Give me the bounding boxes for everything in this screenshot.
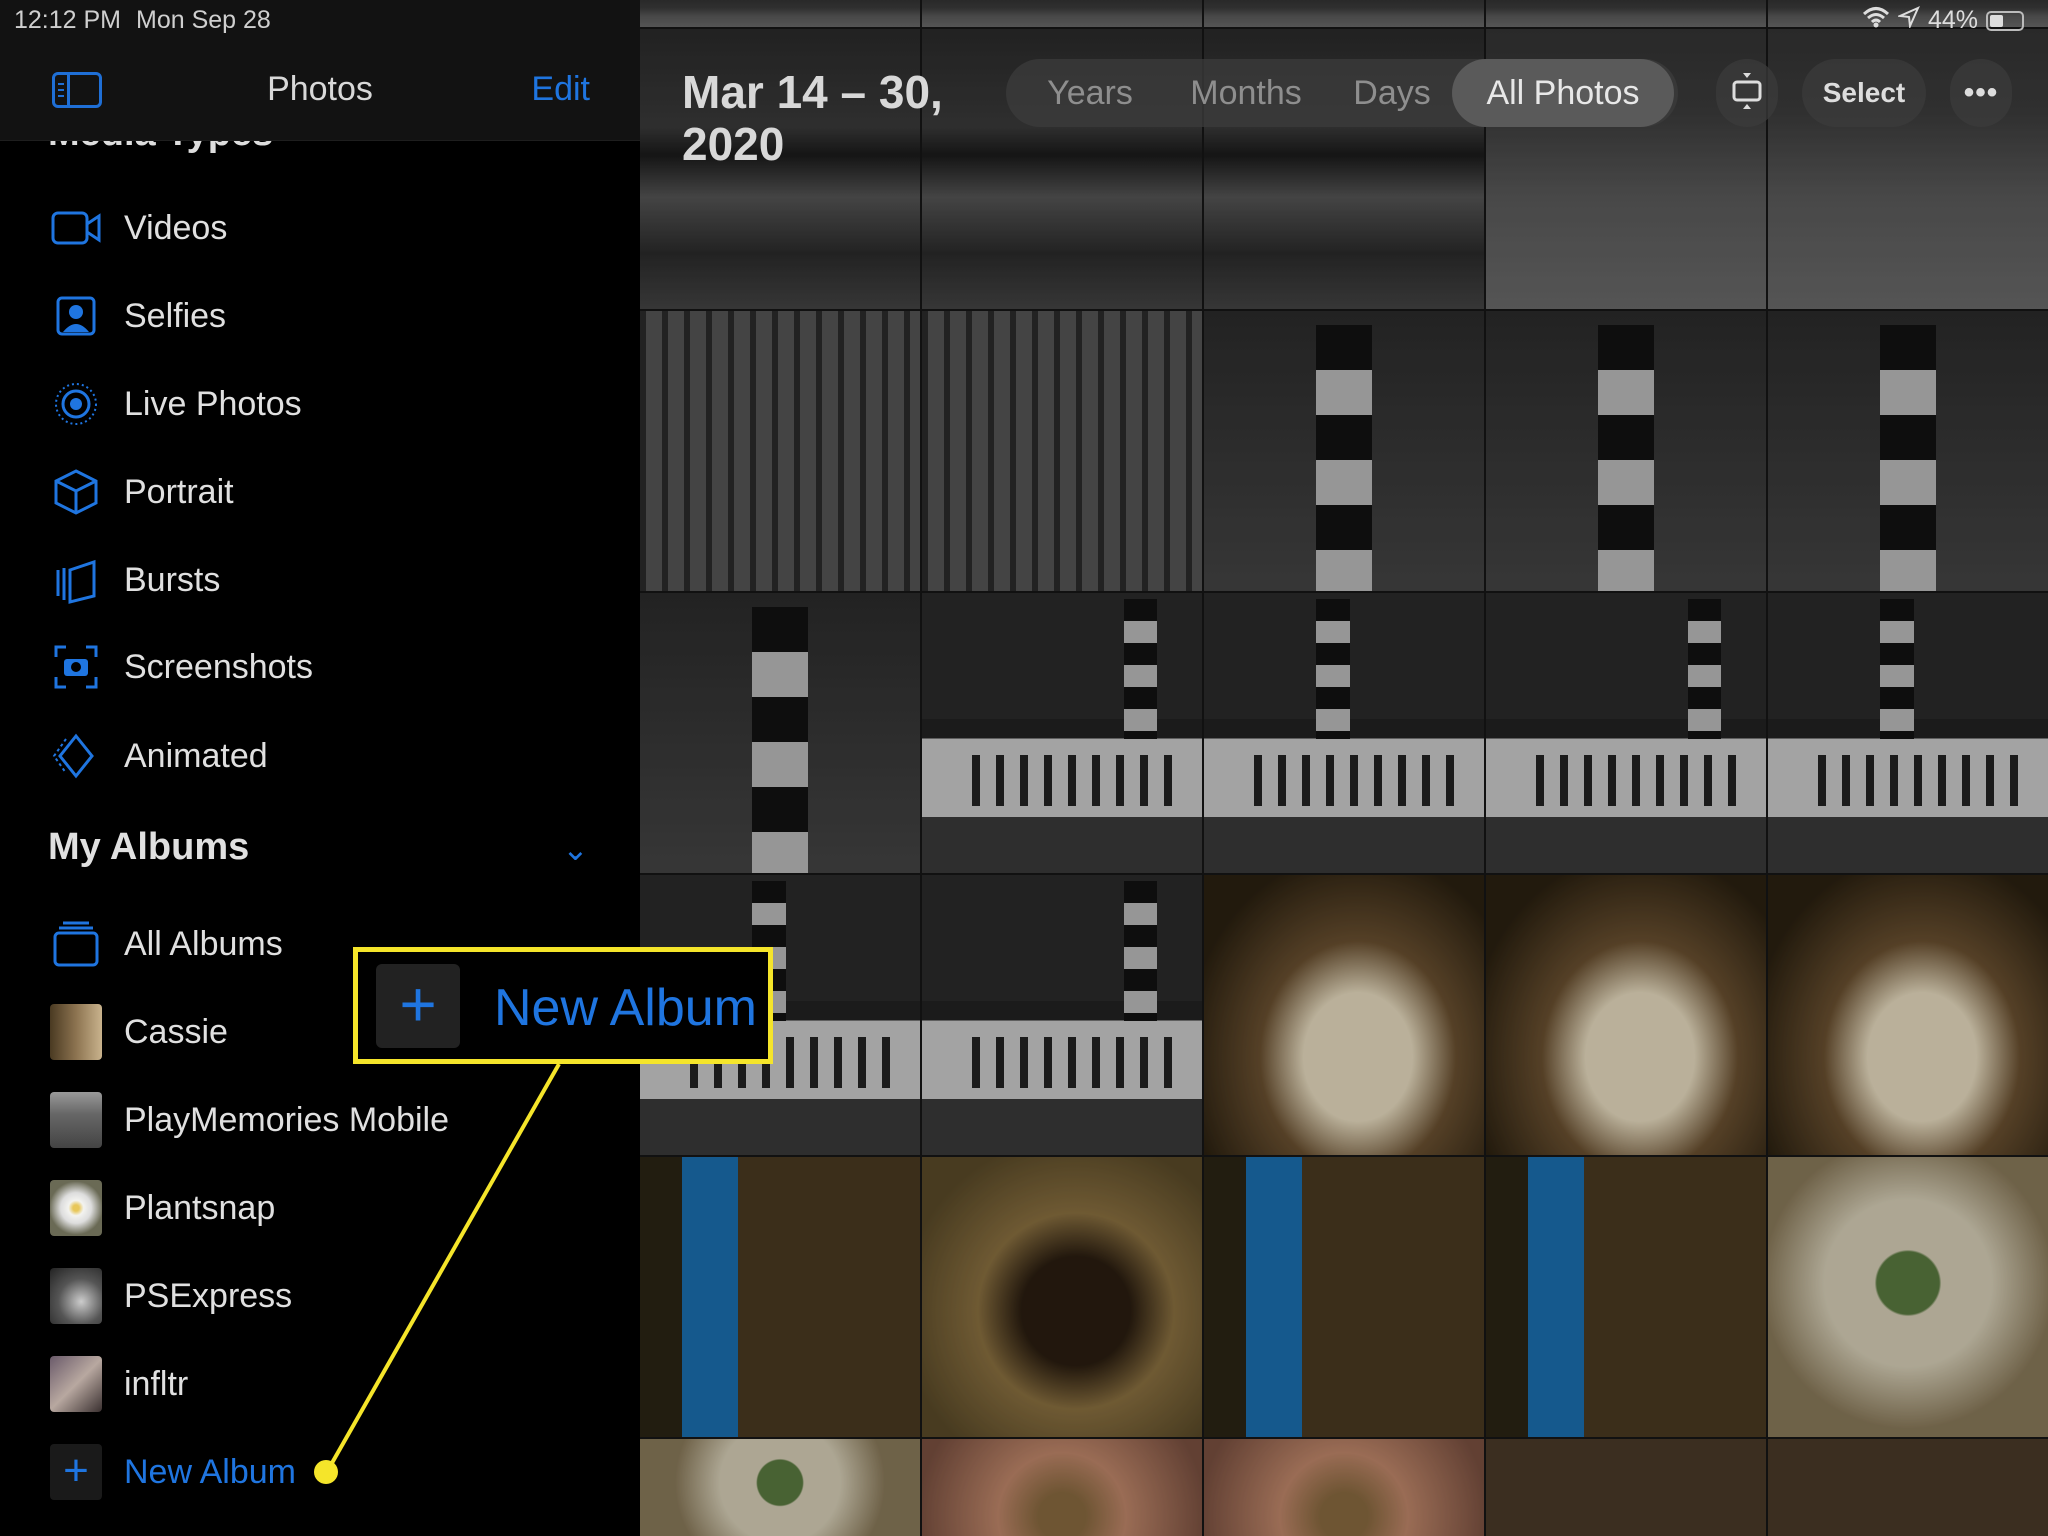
pointer-dot — [314, 1460, 338, 1484]
callout-pointer — [314, 1063, 561, 1484]
pointer-line — [326, 1063, 561, 1471]
